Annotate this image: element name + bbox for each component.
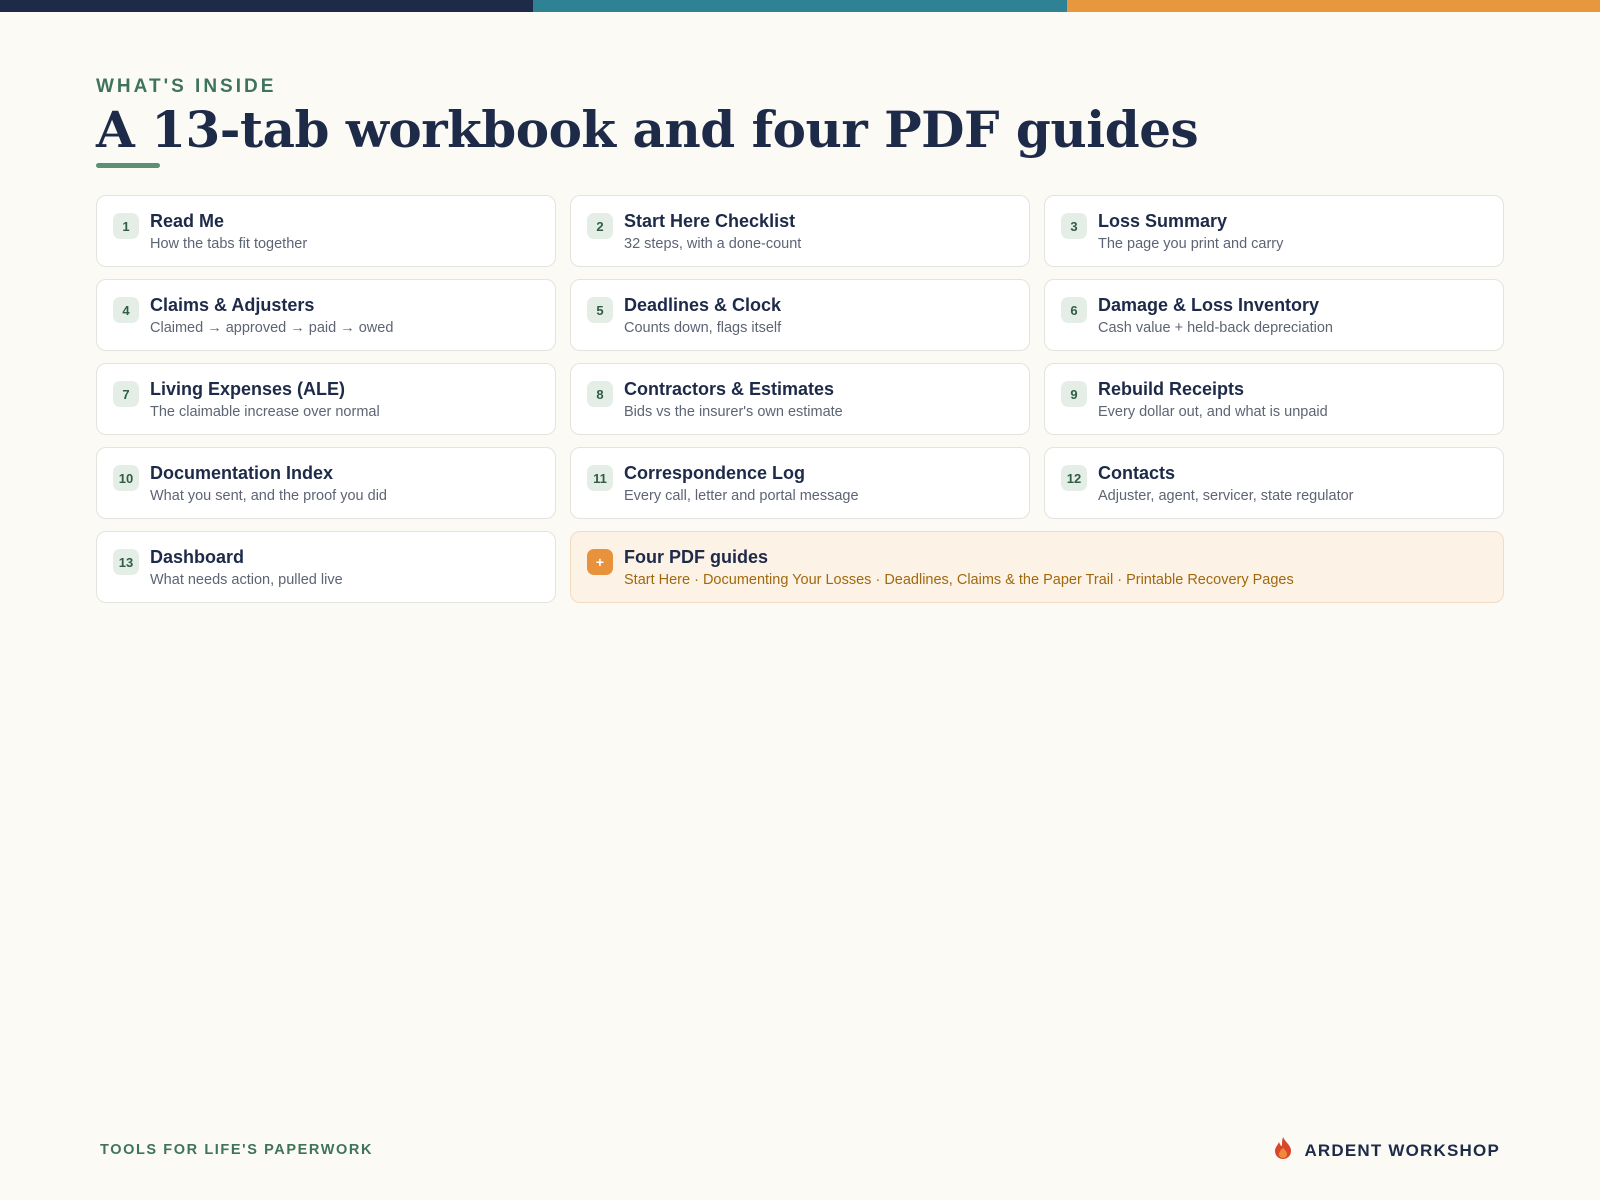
tab-card-damage-loss-inventory: 6 Damage & Loss Inventory Cash value + h… (1044, 279, 1504, 351)
footer-brand: ARDENT WORKSHOP (1272, 1136, 1500, 1165)
tab-name: Documentation Index (150, 463, 334, 483)
tab-number-badge: 12 (1061, 465, 1087, 491)
pdf-guides-card: + Four PDF guides Start Here · Documenti… (570, 531, 1504, 603)
tab-description: The claimable increase over normal (150, 404, 380, 420)
tab-number-badge: 9 (1061, 381, 1087, 407)
top-color-bar (0, 0, 1600, 12)
tab-description: Counts down, flags itself (624, 320, 782, 336)
tab-card-documentation-index: 10 Documentation Index What you sent, an… (96, 447, 556, 519)
tab-number-badge: 11 (587, 465, 613, 491)
tab-description: The page you print and carry (1098, 236, 1284, 252)
tab-card-living-expenses: 7 Living Expenses (ALE) The claimable in… (96, 363, 556, 435)
tab-number-badge: 1 (113, 213, 139, 239)
tab-number-badge: 4 (113, 297, 139, 323)
tab-description: Bids vs the insurer's own estimate (624, 404, 843, 420)
tab-number-badge: 2 (587, 213, 613, 239)
tab-description: Claimed → approved → paid → owed (150, 320, 394, 336)
tab-number-badge: 10 (113, 465, 139, 491)
tab-description: What you sent, and the proof you did (150, 488, 387, 504)
tab-card-dashboard: 13 Dashboard What needs action, pulled l… (96, 531, 556, 603)
tab-card-deadlines-clock: 5 Deadlines & Clock Counts down, flags i… (570, 279, 1030, 351)
tab-name: Start Here Checklist (624, 211, 796, 231)
tab-description: Adjuster, agent, servicer, state regulat… (1098, 488, 1354, 504)
top-bar-segment-teal (533, 0, 1067, 12)
tab-card-read-me: 1 Read Me How the tabs fit together (96, 195, 556, 267)
tab-number-badge: 8 (587, 381, 613, 407)
tab-name: Read Me (150, 211, 225, 231)
tab-card-claims-adjusters: 4 Claims & Adjusters Claimed → approved … (96, 279, 556, 351)
tab-number-badge: 3 (1061, 213, 1087, 239)
tab-description: What needs action, pulled live (150, 572, 343, 588)
tab-card-start-here-checklist: 2 Start Here Checklist 32 steps, with a … (570, 195, 1030, 267)
tab-name: Deadlines & Clock (624, 295, 782, 315)
top-bar-segment-navy (0, 0, 534, 12)
tabs-grid: 1 Read Me How the tabs fit together 2 St… (96, 195, 1504, 603)
guides-list: Start Here · Documenting Your Losses · D… (624, 572, 1294, 588)
guides-name: Four PDF guides (624, 547, 768, 567)
tab-number-badge: 7 (113, 381, 139, 407)
tab-card-contractors-estimates: 8 Contractors & Estimates Bids vs the in… (570, 363, 1030, 435)
brand-name: ARDENT WORKSHOP (1304, 1140, 1500, 1160)
tab-name: Rebuild Receipts (1098, 379, 1245, 399)
tab-name: Loss Summary (1098, 211, 1228, 231)
tab-number-badge: 6 (1061, 297, 1087, 323)
top-bar-segment-orange (1066, 0, 1600, 12)
tab-name: Claims & Adjusters (150, 295, 315, 315)
tab-card-rebuild-receipts: 9 Rebuild Receipts Every dollar out, and… (1044, 363, 1504, 435)
tab-card-loss-summary: 3 Loss Summary The page you print and ca… (1044, 195, 1504, 267)
tab-number-badge: 13 (113, 549, 139, 575)
tab-description: Every call, letter and portal message (624, 488, 859, 504)
tab-card-contacts: 12 Contacts Adjuster, agent, servicer, s… (1044, 447, 1504, 519)
title-underline (96, 163, 160, 168)
plus-icon: + (587, 549, 613, 575)
tab-name: Contacts (1098, 463, 1176, 483)
flame-icon (1272, 1136, 1294, 1165)
tab-name: Dashboard (150, 547, 245, 567)
footer-tagline: TOOLS FOR LIFE'S PAPERWORK (100, 1142, 374, 1158)
tab-description: 32 steps, with a done-count (624, 236, 802, 252)
tab-description: Every dollar out, and what is unpaid (1098, 404, 1328, 420)
tab-description: How the tabs fit together (150, 236, 308, 252)
tab-description: Cash value + held-back depreciation (1098, 320, 1333, 336)
tab-card-correspondence-log: 11 Correspondence Log Every call, letter… (570, 447, 1030, 519)
tab-name: Damage & Loss Inventory (1098, 295, 1320, 315)
tab-name: Living Expenses (ALE) (150, 379, 346, 399)
page-title: A 13-tab workbook and four PDF guides (96, 100, 1199, 159)
tab-name: Correspondence Log (624, 463, 806, 483)
section-eyebrow: WHAT'S INSIDE (96, 76, 277, 97)
tab-number-badge: 5 (587, 297, 613, 323)
tab-name: Contractors & Estimates (624, 379, 835, 399)
